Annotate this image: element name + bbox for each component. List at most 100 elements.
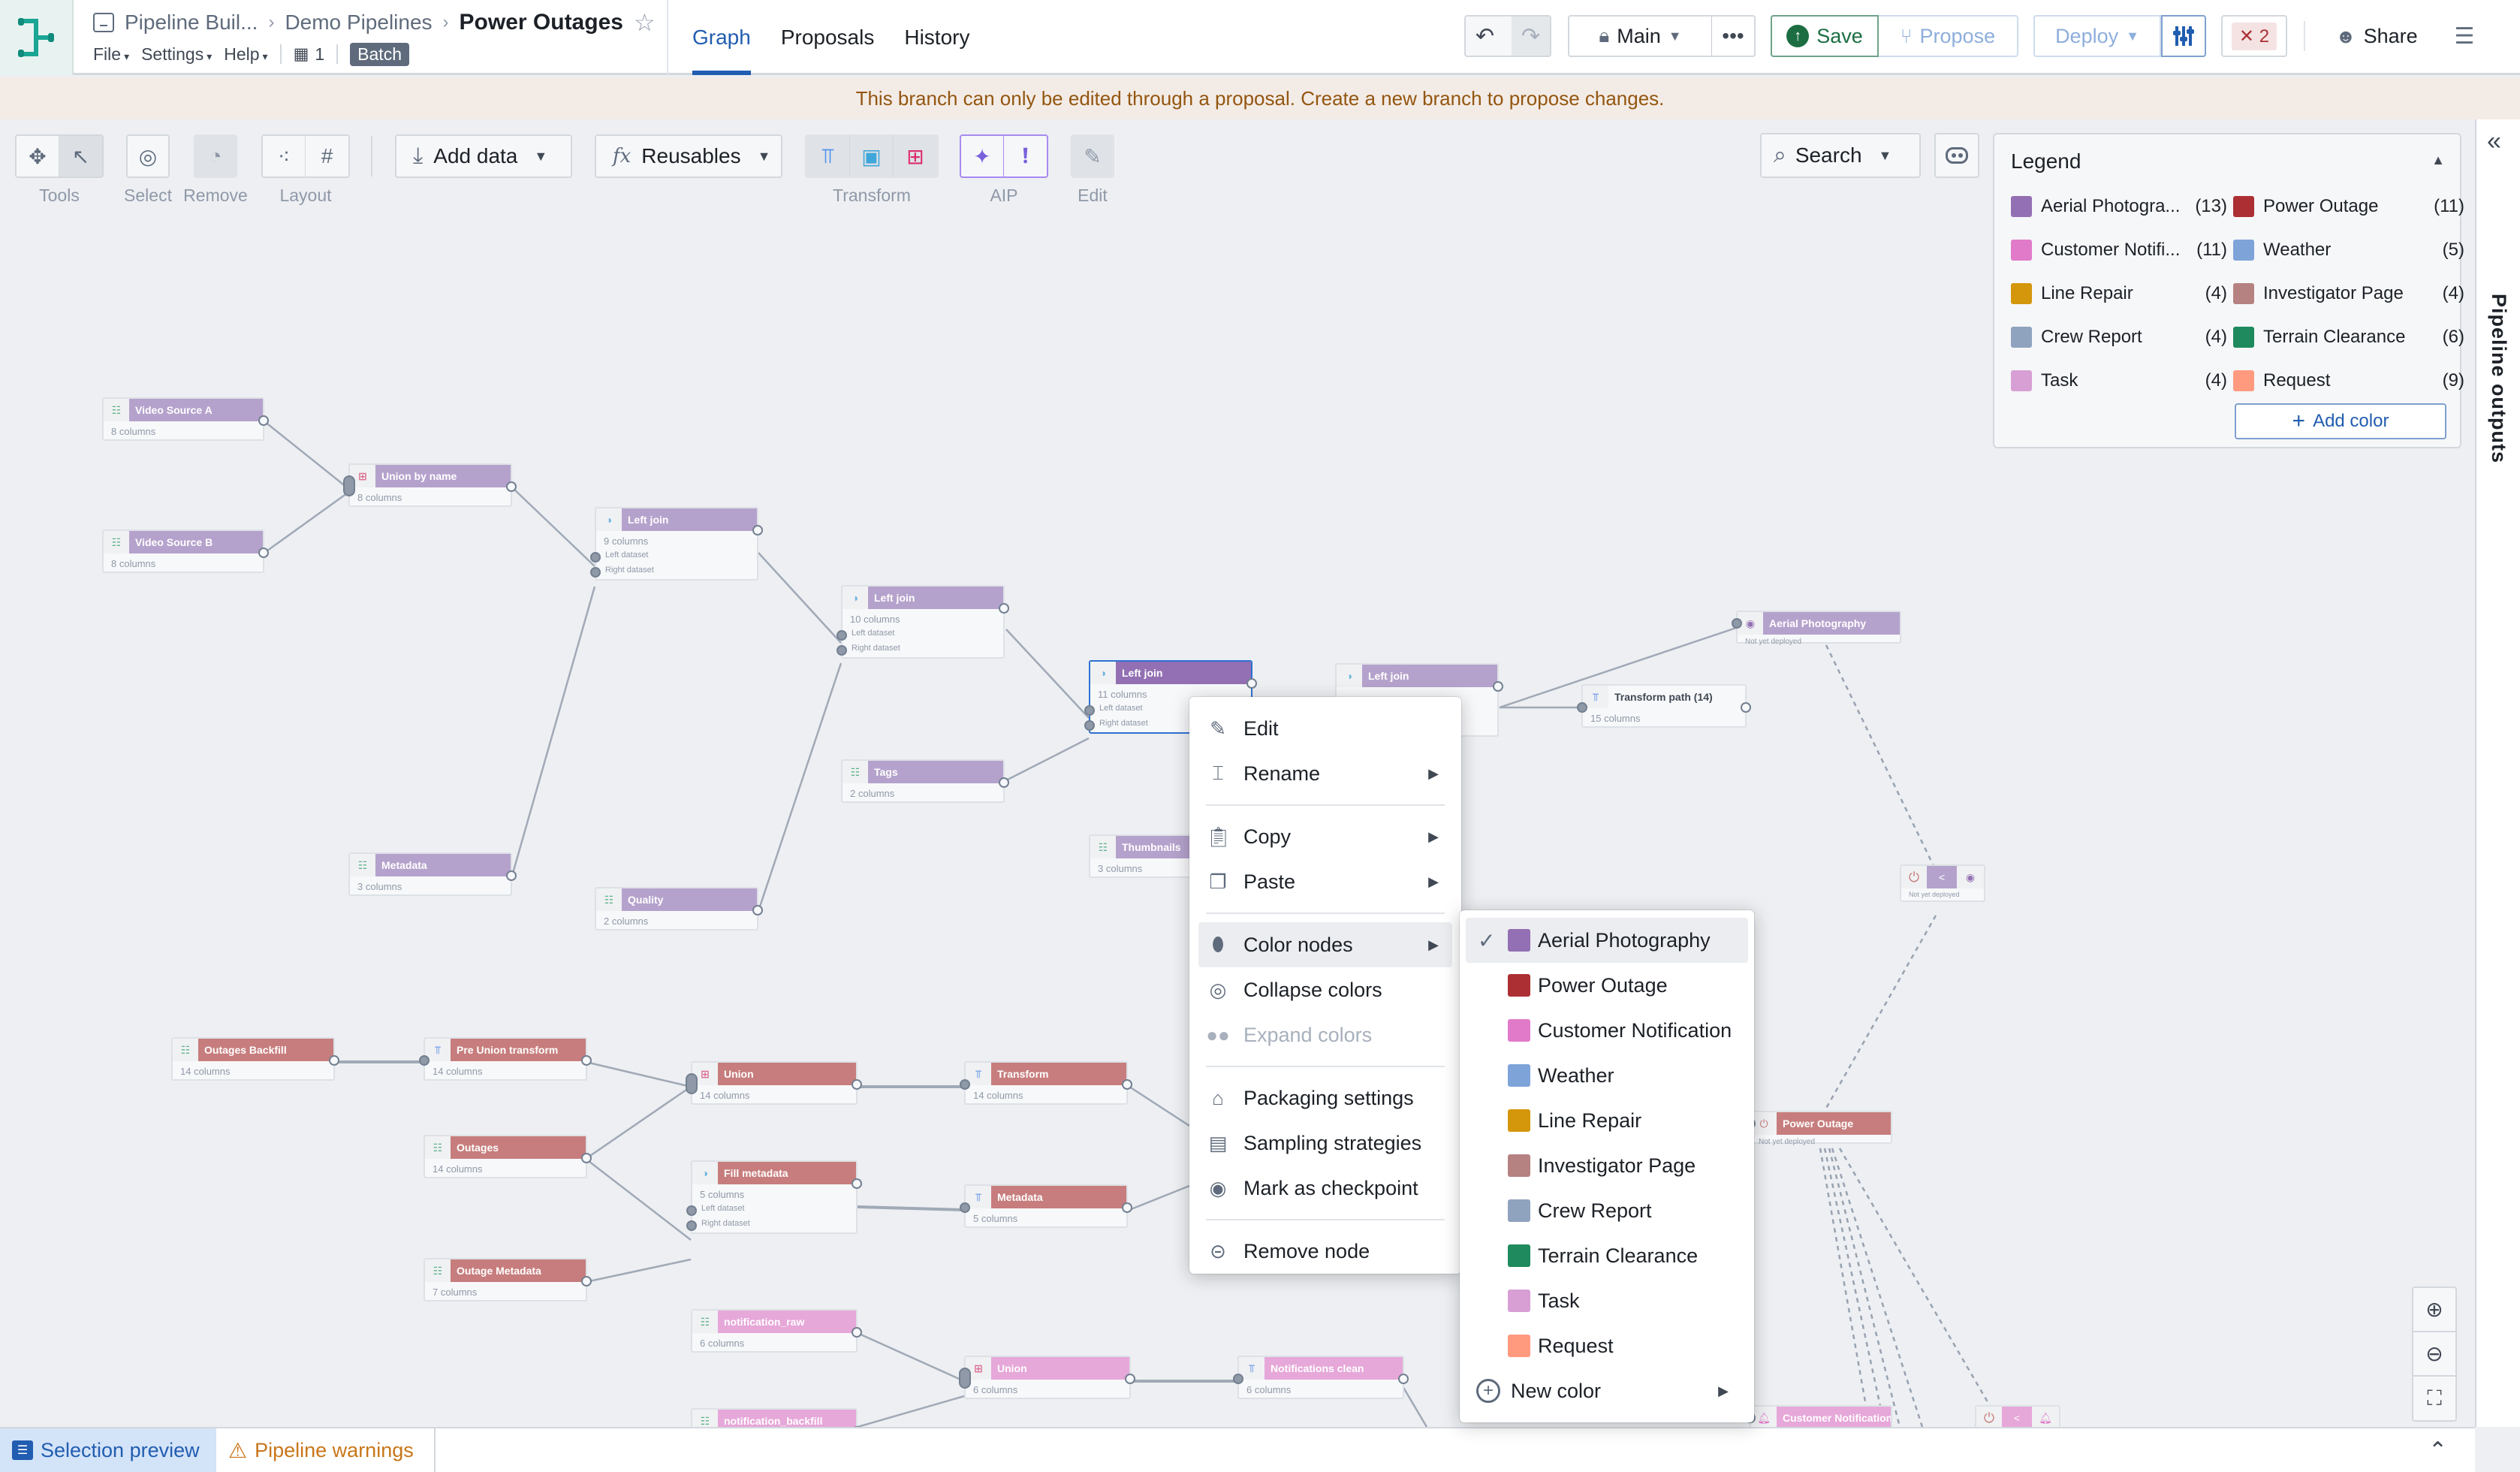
pipeline-node[interactable]: ☷ Outages 14 columns xyxy=(424,1135,592,1178)
output-port[interactable] xyxy=(506,481,517,492)
pipeline-warnings-tab[interactable]: ⚠ Pipeline warnings xyxy=(216,1428,436,1472)
input-port[interactable] xyxy=(1084,705,1095,716)
auto-layout-button[interactable]: ⁖ xyxy=(263,136,306,176)
pipeline-outputs-rail[interactable]: « Pipeline outputs xyxy=(2475,119,2520,1427)
output-port[interactable] xyxy=(1122,1202,1132,1213)
output-port[interactable] xyxy=(506,870,517,881)
union-button[interactable]: ⊞ xyxy=(894,136,937,176)
add-color-button[interactable]: + Add color xyxy=(2235,403,2446,439)
legend-item[interactable]: Customer Notifi... (11) xyxy=(2011,238,2227,262)
menu-help[interactable]: Help ▾ xyxy=(224,44,267,65)
legend-item[interactable]: Request (9) xyxy=(2233,369,2464,393)
pipeline-node[interactable]: 🔔︎ Customer Notification xyxy=(1745,1405,1892,1427)
color-option[interactable]: Customer Notification xyxy=(1466,1008,1748,1053)
menu-settings[interactable]: Settings ▾ xyxy=(141,44,212,65)
pipeline-node[interactable]: ◑ Left join 9 columns Left dataset Right dat… xyxy=(590,507,763,581)
undo-button[interactable]: ↶ xyxy=(1466,17,1504,56)
input-port[interactable] xyxy=(419,1055,430,1066)
deploy-button[interactable]: Deploy ▼ xyxy=(2033,15,2161,57)
pipeline-node[interactable]: ⫪ Notifications clean 6 columns xyxy=(1233,1356,1409,1399)
aip-generate-button[interactable]: ✦ xyxy=(961,136,1005,176)
selection-preview-tab[interactable]: ☰ Selection preview xyxy=(0,1428,216,1472)
color-option[interactable]: Weather xyxy=(1466,1053,1748,1098)
union-input-port[interactable] xyxy=(343,475,355,496)
pipeline-node[interactable]: ☷ Outages Backfill 14 columns xyxy=(171,1037,339,1081)
remove-button[interactable]: ◔ xyxy=(195,136,236,176)
color-option[interactable]: Terrain Clearance xyxy=(1466,1233,1748,1278)
output-port[interactable] xyxy=(1122,1079,1132,1090)
join-button[interactable]: ▣ xyxy=(850,136,894,176)
breadcrumb-item[interactable]: Demo Pipelines xyxy=(285,11,432,35)
pipeline-node[interactable]: ☷ Tags 2 columns xyxy=(841,759,1009,803)
pipeline-node[interactable]: ◑ Left join 10 columns Left dataset Right da… xyxy=(836,585,1009,659)
input-port[interactable] xyxy=(1732,618,1742,629)
union-input-port[interactable] xyxy=(686,1073,698,1094)
pipeline-builder-logo-icon[interactable] xyxy=(0,0,74,75)
star-icon[interactable]: ☆ xyxy=(634,8,656,37)
output-port[interactable] xyxy=(999,777,1009,788)
output-port[interactable] xyxy=(581,1276,592,1286)
output-port[interactable] xyxy=(258,415,269,426)
breadcrumb-item[interactable]: Pipeline Buil... xyxy=(125,11,258,35)
tab-history[interactable]: History xyxy=(904,0,969,75)
output-port[interactable] xyxy=(852,1327,862,1338)
pipeline-node[interactable]: ☷ Metadata 3 columns xyxy=(348,852,517,896)
input-port[interactable] xyxy=(590,552,601,563)
share-button[interactable]: ☻ Share xyxy=(2328,15,2425,57)
pipeline-node[interactable]: ☷ Video Source A 8 columns xyxy=(102,397,269,441)
pipeline-node[interactable]: ⫪ Transform 14 columns xyxy=(960,1061,1132,1105)
output-port[interactable] xyxy=(1493,681,1503,692)
legend-item[interactable]: Investigator Page (4) xyxy=(2233,282,2464,306)
legend-item[interactable]: Weather (5) xyxy=(2233,238,2464,262)
transform-path-button[interactable]: ⫪ xyxy=(806,136,851,176)
input-port[interactable] xyxy=(1233,1374,1243,1384)
propose-button[interactable]: ⑂ Propose xyxy=(1879,15,2018,57)
expand-panel-icon[interactable]: ⌃ xyxy=(2428,1437,2447,1464)
pipeline-node[interactable]: ☷ Video Source B 8 columns xyxy=(102,529,269,573)
output-port[interactable] xyxy=(852,1079,862,1090)
menu-file[interactable]: File ▾ xyxy=(93,44,129,65)
output-port[interactable] xyxy=(581,1153,592,1163)
pipeline-node[interactable]: ⫪ Metadata 5 columns xyxy=(960,1184,1132,1228)
color-option[interactable]: Crew Report xyxy=(1466,1188,1748,1233)
input-port[interactable] xyxy=(960,1202,970,1213)
color-option[interactable]: ✓ Aerial Photography xyxy=(1466,918,1748,963)
errors-button[interactable]: ✕ 2 xyxy=(2221,15,2287,57)
select-button[interactable]: ◎ xyxy=(128,136,168,176)
color-option[interactable]: Power Outage xyxy=(1466,963,1748,1008)
zoom-in-button[interactable]: ⊕ xyxy=(2413,1288,2455,1332)
pipeline-node[interactable]: ⊞ Union 6 columns xyxy=(959,1356,1135,1399)
output-port[interactable] xyxy=(1125,1374,1135,1384)
output-port[interactable] xyxy=(999,603,1009,614)
color-option[interactable]: Line Repair xyxy=(1466,1098,1748,1143)
pipeline-node[interactable]: ☷ Quality 2 columns xyxy=(595,887,763,931)
pipeline-node[interactable]: ⫪ Transform path (14) 15 columns xyxy=(1577,684,1751,728)
aip-explain-button[interactable]: ❗︎ xyxy=(1004,136,1047,176)
legend-item[interactable]: Power Outage (11) xyxy=(2233,195,2464,219)
output-port[interactable] xyxy=(752,525,763,535)
color-option[interactable]: Investigator Page xyxy=(1466,1143,1748,1188)
input-port[interactable] xyxy=(590,567,601,578)
deploy-settings-button[interactable] xyxy=(2161,15,2206,57)
output-port[interactable] xyxy=(752,905,763,915)
redo-button[interactable]: ↷ xyxy=(1512,17,1550,56)
grid-layout-button[interactable]: # xyxy=(306,136,348,176)
tab-proposals[interactable]: Proposals xyxy=(781,0,875,75)
select-tool-button[interactable]: ↖ xyxy=(59,136,102,176)
add-data-button[interactable]: ⤓ Add data ▼ xyxy=(395,134,572,178)
output-port[interactable] xyxy=(1246,678,1257,689)
input-port[interactable] xyxy=(960,1079,970,1090)
save-button[interactable]: ↑ Save xyxy=(1771,15,1879,57)
zoom-out-button[interactable]: ⊖ xyxy=(2413,1332,2455,1377)
input-port[interactable] xyxy=(836,630,847,641)
pipeline-node[interactable]: ☷ Outage Metadata 7 columns xyxy=(424,1258,592,1302)
pan-tool-button[interactable]: ✥ xyxy=(17,136,60,176)
output-port[interactable] xyxy=(1741,702,1751,713)
output-port[interactable] xyxy=(1398,1374,1409,1384)
pipeline-node[interactable]: ◉ Aerial Photography Not yet deployed xyxy=(1732,611,1901,646)
workspace-indicator[interactable]: ▦ 1 xyxy=(294,44,325,65)
context-menu-item[interactable]: ◎ Collapse colors xyxy=(1198,967,1452,1012)
context-menu-item[interactable]: ⌂ Packaging settings xyxy=(1198,1075,1452,1121)
pipeline-outputs-label[interactable]: Pipeline outputs xyxy=(2487,294,2510,463)
ontology-output-node[interactable]: ⏻ < 🔔︎ xyxy=(1975,1405,2060,1427)
